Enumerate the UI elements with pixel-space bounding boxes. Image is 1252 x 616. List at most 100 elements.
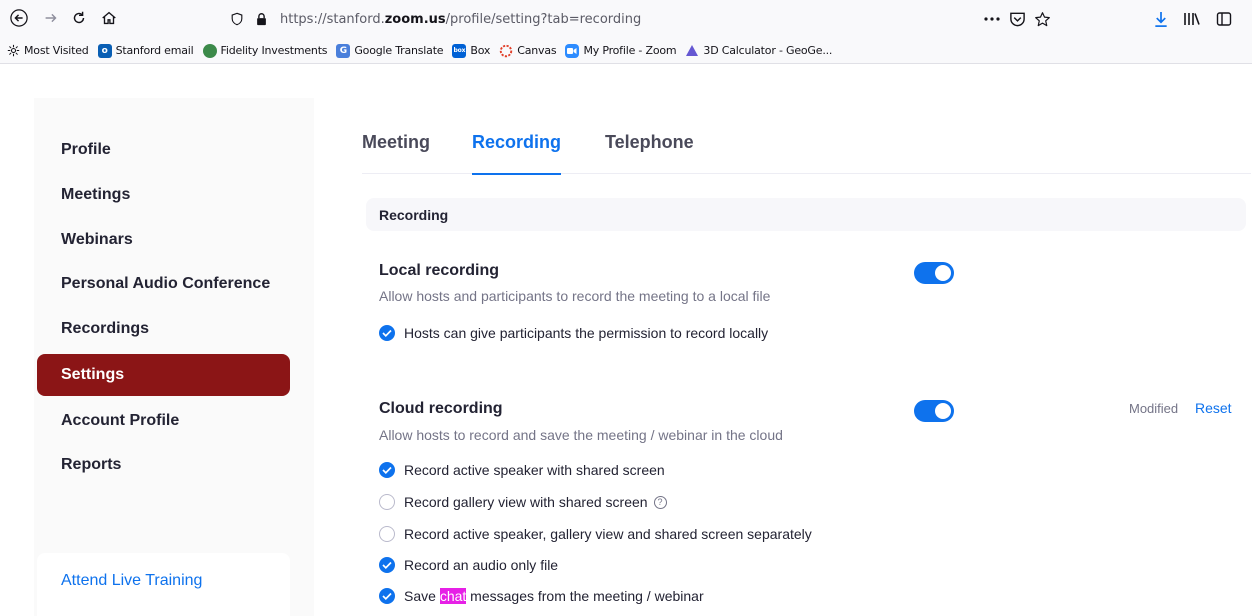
local-recording-title: Local recording [379, 262, 500, 279]
sidebar-icon [1216, 12, 1232, 26]
bookmark-label: 3D Calculator - GeoGe... [703, 44, 833, 57]
forward-button[interactable] [36, 4, 66, 32]
bookmark-label: Google Translate [354, 44, 444, 57]
address-bar[interactable]: https://stanford.zoom.us/profile/setting… [228, 5, 1048, 33]
sidebar: Profile Meetings Webinars Personal Audio… [34, 98, 314, 616]
sidebar-item-account-profile[interactable]: Account Profile [37, 400, 290, 442]
modified-label: Modified [1129, 401, 1179, 416]
bookmark-zoom-profile[interactable]: My Profile - Zoom [565, 43, 677, 58]
page-actions-button[interactable] [981, 9, 1003, 29]
sidebar-item-profile[interactable]: Profile [37, 129, 290, 171]
bookmark-fidelity[interactable]: Fidelity Investments [202, 43, 328, 58]
download-icon [1155, 11, 1167, 27]
training-card: Attend Live Training [37, 553, 290, 616]
library-button[interactable] [1181, 9, 1203, 29]
canvas-icon [499, 44, 513, 58]
tab-meeting[interactable]: Meeting [362, 132, 430, 174]
bookmark-most-visited[interactable]: Most Visited [6, 44, 89, 58]
bookmark-label: Box [470, 44, 491, 57]
outlook-icon: o [97, 43, 112, 58]
option-label: Record active speaker, gallery view and … [404, 526, 812, 542]
local-recording-toggle[interactable] [914, 262, 954, 284]
local-recording-description: Allow hosts and participants to record t… [379, 288, 771, 304]
lock-icon [252, 10, 270, 28]
gear-icon [6, 44, 20, 58]
option-record-separately: Record active speaker, gallery view and … [379, 524, 812, 544]
pocket-icon [1009, 12, 1025, 27]
attend-live-training-link[interactable]: Attend Live Training [61, 572, 202, 589]
sidebar-item-meetings[interactable]: Meetings [37, 174, 290, 216]
bookmark-label: My Profile - Zoom [583, 44, 677, 57]
bookmark-label: Fidelity Investments [220, 44, 328, 57]
url-path: /profile/setting?tab=recording [445, 11, 642, 27]
checkbox-checked-icon[interactable] [379, 557, 395, 573]
sidebar-toggle-button[interactable] [1213, 9, 1235, 29]
reset-link[interactable]: Reset [1195, 400, 1232, 416]
url-text: https://stanford.zoom.us/profile/setting… [280, 12, 641, 27]
bookmark-google-translate[interactable]: G Google Translate [336, 43, 444, 58]
option-label: Record active speaker with shared screen [404, 462, 665, 478]
option-gallery-view-shared-screen: Record gallery view with shared screen ? [379, 492, 667, 512]
bookmark-canvas[interactable]: Canvas [499, 44, 557, 58]
reload-icon [73, 11, 85, 24]
sidebar-item-recordings[interactable]: Recordings [37, 308, 290, 350]
zoom-settings-page: Profile Meetings Webinars Personal Audio… [0, 65, 1252, 616]
checkbox-checked-icon[interactable] [379, 588, 395, 604]
pocket-button[interactable] [1006, 9, 1028, 29]
star-icon [1034, 11, 1050, 26]
option-hosts-permission: Hosts can give participants the permissi… [379, 323, 768, 343]
bookmark-label: Stanford email [115, 44, 194, 57]
toggle-knob [935, 265, 951, 281]
geogebra-icon [685, 44, 699, 58]
browser-toolbar: https://stanford.zoom.us/profile/setting… [0, 0, 1252, 38]
box-icon: box [452, 43, 467, 58]
checkbox-checked-icon[interactable] [379, 462, 395, 478]
sidebar-item-webinars[interactable]: Webinars [37, 219, 290, 261]
url-domain: zoom.us [384, 11, 446, 27]
fidelity-icon [202, 43, 217, 58]
checkbox-unchecked-icon[interactable] [379, 494, 395, 510]
ellipsis-icon [984, 17, 1000, 21]
toggle-knob [935, 403, 951, 419]
option-label: Record an audio only file [404, 557, 559, 573]
back-arrow-icon [10, 9, 28, 27]
checkbox-unchecked-icon[interactable] [379, 526, 395, 542]
library-icon [1184, 13, 1200, 25]
section-header: Recording [366, 198, 1246, 231]
settings-tabs: Meeting Recording Telephone [362, 132, 1251, 175]
option-label-after: messages from the meeting / webinar [466, 588, 704, 604]
url-prefix: https://stanford. [280, 11, 385, 27]
option-audio-only-file: Record an audio only file [379, 555, 558, 575]
sidebar-item-settings[interactable]: Settings [37, 354, 290, 396]
cloud-recording-toggle[interactable] [914, 400, 954, 422]
bookmark-label: Most Visited [24, 44, 89, 57]
bookmarks-bar: Most Visited o Stanford email Fidelity I… [0, 38, 1252, 64]
shield-icon [228, 10, 246, 28]
sidebar-item-reports[interactable]: Reports [37, 444, 290, 486]
option-label: Record gallery view with shared screen [404, 494, 648, 510]
home-button[interactable] [94, 4, 124, 32]
home-icon [102, 11, 116, 25]
translate-icon: G [336, 43, 351, 58]
tab-telephone[interactable]: Telephone [605, 132, 694, 174]
bookmark-star-button[interactable] [1031, 9, 1053, 29]
checkbox-checked-icon[interactable] [379, 325, 395, 341]
bookmark-stanford-email[interactable]: o Stanford email [97, 43, 194, 58]
zoom-icon [565, 43, 580, 58]
cloud-recording-title: Cloud recording [379, 400, 503, 417]
forward-arrow-icon [45, 13, 57, 23]
sidebar-item-personal-audio-conference[interactable]: Personal Audio Conference [37, 263, 290, 305]
tab-recording[interactable]: Recording [472, 132, 562, 175]
bookmark-geogebra[interactable]: 3D Calculator - GeoGe... [685, 44, 832, 58]
cloud-recording-description: Allow hosts to record and save the meeti… [379, 427, 783, 443]
reload-button[interactable] [64, 4, 94, 32]
back-button[interactable] [4, 4, 34, 32]
bookmark-label: Canvas [517, 44, 557, 57]
option-save-chat-messages: Save chat messages from the meeting / we… [379, 586, 704, 606]
chat-highlight: chat [439, 588, 467, 604]
downloads-button[interactable] [1150, 9, 1172, 29]
help-icon[interactable]: ? [653, 495, 667, 509]
option-label: Hosts can give participants the permissi… [404, 325, 769, 341]
option-active-speaker-shared-screen: Record active speaker with shared screen [379, 460, 665, 480]
bookmark-box[interactable]: box Box [452, 43, 491, 58]
